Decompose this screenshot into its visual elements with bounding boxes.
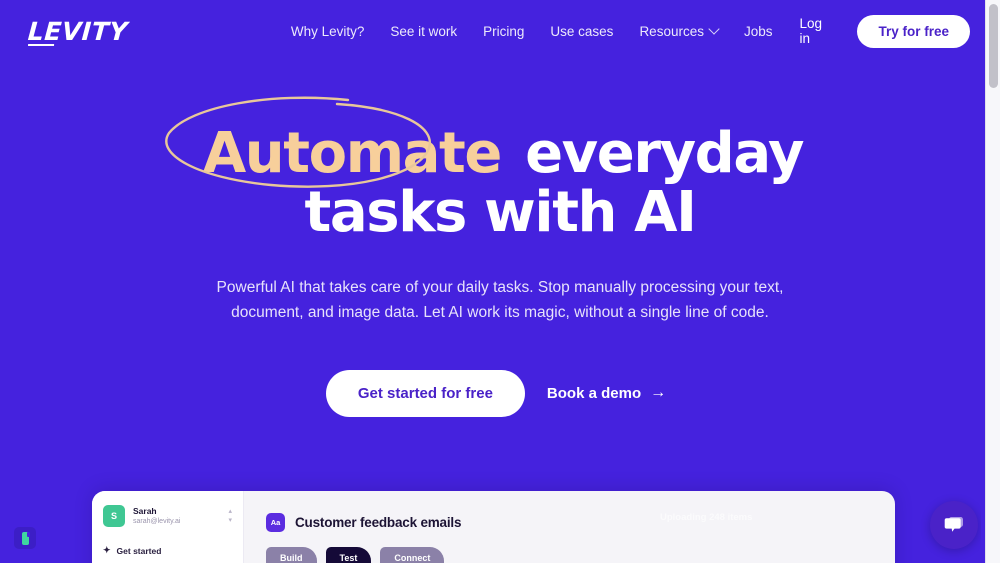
headline-highlight-text: Automate bbox=[202, 121, 503, 186]
mockup-project-title: Customer feedback emails bbox=[295, 515, 462, 530]
mockup-user-name: Sarah bbox=[133, 506, 157, 517]
nav-item-label: See it work bbox=[390, 23, 458, 39]
nav-item-see-it-work[interactable]: See it work bbox=[377, 18, 470, 45]
navbar: LEVITY Why Levity? See it work Pricing U… bbox=[0, 0, 1000, 62]
nav-item-label: Resources bbox=[639, 23, 704, 39]
nav-item-label: Pricing bbox=[483, 23, 525, 39]
headline-line-1: Automate everyday bbox=[0, 96, 1000, 188]
mockup-title-row: Aa Customer feedback emails bbox=[266, 513, 895, 532]
text-type-icon: Aa bbox=[266, 513, 285, 532]
try-for-free-button[interactable]: Try for free bbox=[857, 14, 970, 48]
mockup-user-text: Sarah sarah@levity.ai bbox=[133, 506, 220, 526]
mockup-tabs: Build Test Connect bbox=[266, 547, 895, 563]
nav-actions: Log in Try for free bbox=[786, 10, 970, 52]
mockup-sidebar-item-label: Get started bbox=[116, 545, 162, 556]
mockup-sidebar: S Sarah sarah@levity.ai ▴ ▾ ✦ Get starte… bbox=[92, 491, 244, 563]
book-a-demo-link[interactable]: Book a demo → bbox=[539, 375, 674, 412]
mockup-tab-test[interactable]: Test bbox=[325, 547, 372, 563]
page-title: Automate everyday tasks with AI bbox=[0, 96, 1000, 246]
page-root: LEVITY Why Levity? See it work Pricing U… bbox=[0, 0, 1000, 563]
page-scrollbar[interactable] bbox=[985, 0, 1000, 563]
login-link[interactable]: Log in bbox=[786, 10, 850, 52]
chevron-up-icon: ▴ bbox=[228, 508, 232, 515]
nav-item-label: Jobs bbox=[743, 23, 773, 39]
scrollbar-thumb[interactable] bbox=[989, 4, 998, 88]
headline-rest-text: everyday bbox=[507, 121, 804, 186]
nav-item-pricing[interactable]: Pricing bbox=[470, 18, 537, 45]
mockup-user-email: sarah@levity.ai bbox=[133, 517, 181, 525]
get-started-button[interactable]: Get started for free bbox=[325, 369, 525, 417]
badge-glyph bbox=[21, 531, 30, 545]
hero-subtitle: Powerful AI that takes care of your dail… bbox=[216, 278, 784, 321]
upload-status-text: Uploading 248 items bbox=[660, 512, 753, 523]
chat-bubble-icon bbox=[944, 517, 963, 532]
book-a-demo-label: Book a demo bbox=[546, 384, 642, 402]
product-screenshot-mockup: S Sarah sarah@levity.ai ▴ ▾ ✦ Get starte… bbox=[92, 491, 895, 563]
hero-cta-row: Get started for free Book a demo → bbox=[0, 369, 1000, 417]
sparkle-icon: ✦ bbox=[103, 545, 111, 555]
nav-item-jobs[interactable]: Jobs bbox=[731, 18, 786, 45]
headline-line-2: tasks with AI bbox=[304, 180, 697, 246]
levity-logo[interactable]: LEVITY bbox=[27, 17, 129, 46]
hero-section: Automate everyday tasks with AI Powerful… bbox=[0, 62, 1000, 417]
headline-highlight-word: Automate bbox=[165, 96, 507, 188]
nav-item-label: Use cases bbox=[550, 23, 614, 39]
chat-widget-button[interactable] bbox=[930, 501, 978, 549]
chevron-up-down-icon[interactable]: ▴ ▾ bbox=[228, 508, 232, 524]
mockup-tab-connect[interactable]: Connect bbox=[380, 547, 445, 563]
chevron-down-icon: ▾ bbox=[228, 517, 232, 524]
chevron-down-icon bbox=[708, 23, 720, 35]
nav-item-use-cases[interactable]: Use cases bbox=[537, 18, 626, 45]
mockup-main-panel: Aa Customer feedback emails Build Test C… bbox=[244, 491, 895, 563]
extension-badge-icon[interactable] bbox=[14, 527, 36, 549]
nav-item-resources[interactable]: Resources bbox=[626, 18, 731, 45]
nav-item-label: Why Levity? bbox=[290, 23, 365, 39]
mockup-sidebar-item-get-started[interactable]: ✦ Get started bbox=[103, 545, 232, 556]
mockup-tab-build[interactable]: Build bbox=[266, 547, 317, 563]
avatar: S bbox=[103, 505, 125, 527]
arrow-right-icon: → bbox=[650, 384, 667, 402]
nav-item-why-levity[interactable]: Why Levity? bbox=[278, 18, 378, 45]
mockup-user-row[interactable]: S Sarah sarah@levity.ai ▴ ▾ bbox=[103, 505, 232, 527]
primary-nav: Why Levity? See it work Pricing Use case… bbox=[278, 18, 786, 45]
